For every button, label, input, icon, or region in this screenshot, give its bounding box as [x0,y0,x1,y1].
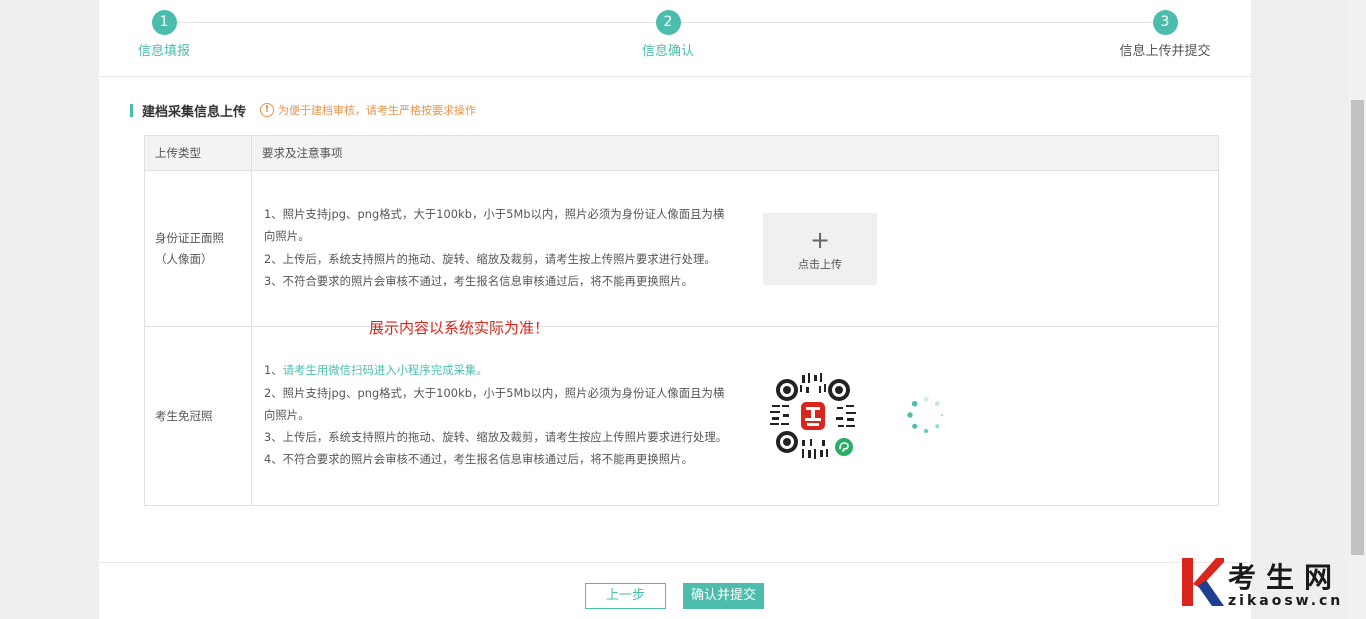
upload-table: 上传类型 要求及注意事项 身份证正面照 （人像面） 1、照片支持jpg、png格… [144,135,1219,506]
upload-label: 点击上传 [798,258,842,271]
main-card: 1 信息填报 2 信息确认 3 信息上传并提交 建档采集信息上传 ! 为便于建档… [99,0,1251,619]
step-3: 3 信息上传并提交 [1105,10,1225,59]
step-number: 1 [151,10,177,35]
requirement-item: 2、上传后，系统支持照片的拖动、旋转、缩放及裁剪，请考生按上传照片要求进行处理。 [264,252,716,266]
display-disclaimer-note: 展示内容以系统实际为准！ [369,319,550,337]
requirements-list: 1、请考生用微信扫码进入小程序完成采集。 2、照片支持jpg、png格式，大于1… [264,360,729,471]
footer-divider [99,562,1251,563]
requirements-cell: 1、请考生用微信扫码进入小程序完成采集。 2、照片支持jpg、png格式，大于1… [251,326,1219,506]
plus-icon: + [809,226,831,254]
step-2: 2 信息确认 [608,10,728,59]
requirement-item: 1、照片支持jpg、png格式，大于100kb，小于5Mb以内，照片必须为身份证… [264,207,725,244]
upload-type-sublabel: （人像面） [155,251,213,266]
step-1: 1 信息填报 [104,10,224,59]
previous-step-button[interactable]: 上一步 [585,583,666,609]
requirements-cell: 1、照片支持jpg、png格式，大于100kb，小于5Mb以内，照片必须为身份证… [251,170,1219,327]
upload-button[interactable]: + 点击上传 [763,213,877,285]
step-number: 3 [1152,10,1178,35]
requirement-item: 2、照片支持jpg、png格式，大于100kb，小于5Mb以内，照片必须为身份证… [264,386,725,422]
upload-type-cell: 考生免冠照 [144,326,252,506]
logo-url: zikaosw.cn [1228,593,1344,609]
confirm-submit-button[interactable]: 确认并提交 [683,583,764,609]
requirement-prefix: 1、 [264,364,283,378]
step-number: 2 [655,10,681,35]
requirements-list: 1、照片支持jpg、png格式，大于100kb，小于5Mb以内，照片必须为身份证… [264,204,729,293]
upload-type-cell: 身份证正面照 （人像面） [144,170,252,327]
section-warning: ! 为便于建档审核，请考生严格按要求操作 [260,102,476,118]
loading-spinner-icon [907,396,944,434]
section-accent-bar [130,103,133,117]
step-label: 信息确认 [641,44,694,59]
k-logo-icon [1182,558,1224,606]
wechat-mini-program-qr-code [767,370,859,462]
wechat-mini-program-icon [835,438,853,456]
wechat-scan-instruction: 请考生用微信扫码进入小程序完成采集。 [282,364,488,378]
site-logo: 考生网 zikaosw.cn [1182,556,1350,612]
warning-text: 为便于建档审核，请考生严格按要求操作 [278,104,477,117]
requirement-item: 1、请考生用微信扫码进入小程序完成采集。 [264,360,729,382]
table-header-row: 上传类型 要求及注意事项 [144,135,1219,171]
scrollbar-thumb[interactable] [1351,100,1364,555]
step-label: 信息上传并提交 [1119,44,1211,59]
logo-title: 考生网 [1228,561,1343,594]
progress-stepper: 1 信息填报 2 信息确认 3 信息上传并提交 [99,0,1251,77]
requirement-item: 4、不符合要求的照片会审核不通过，考生报名信息审核通过后，将不能再更换照片。 [264,453,693,467]
table-row: 身份证正面照 （人像面） 1、照片支持jpg、png格式，大于100kb，小于5… [144,170,1219,327]
requirement-item: 3、不符合要求的照片会审核不通过，考生报名信息审核通过后，将不能再更换照片。 [264,274,693,288]
table-row: 考生免冠照 1、请考生用微信扫码进入小程序完成采集。 2、照片支持jpg、png… [144,326,1219,506]
column-header-type: 上传类型 [144,135,252,171]
upload-type-label: 考生免冠照 [155,408,213,423]
section-header: 建档采集信息上传 ! 为便于建档审核，请考生严格按要求操作 [130,102,476,120]
step-label: 信息填报 [137,44,190,59]
warning-icon: ! [260,103,275,117]
section-title: 建档采集信息上传 [142,104,247,120]
requirement-item: 3、上传后，系统支持照片的拖动、旋转、缩放及裁剪，请考生按应上传照片要求进行处理… [264,431,728,445]
upload-type-label: 身份证正面照 [155,230,224,245]
column-header-requirements: 要求及注意事项 [251,135,1219,171]
